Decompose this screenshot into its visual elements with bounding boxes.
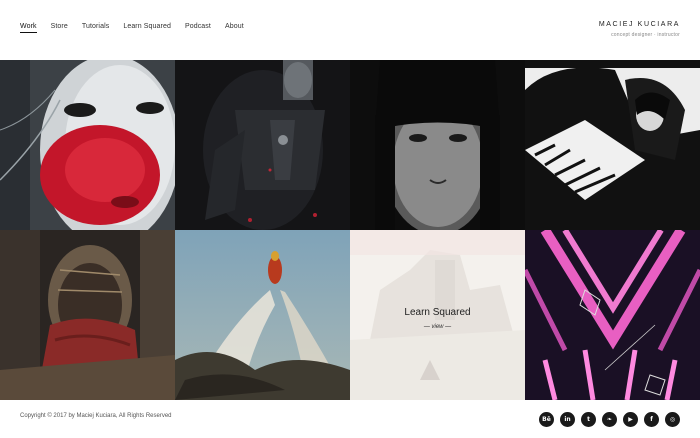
behance-icon[interactable]: Bē [539, 412, 554, 427]
portfolio-grid: Learn Squared — view — [0, 60, 700, 400]
portfolio-tile-mech[interactable] [175, 60, 350, 230]
nav-item-tutorials[interactable]: Tutorials [82, 23, 109, 33]
facebook-icon[interactable]: f [644, 412, 659, 427]
youtube-icon[interactable]: ▶ [623, 412, 638, 427]
nav-item-about[interactable]: About [225, 23, 244, 33]
linkedin-icon[interactable]: in [560, 412, 575, 427]
learn-squared-title: Learn Squared [404, 306, 471, 318]
artwork-bw-portrait [350, 60, 525, 230]
nav-item-learn-squared[interactable]: Learn Squared [123, 23, 171, 33]
artwork-neon-chevrons [525, 230, 700, 400]
portfolio-tile-wrapped-figure[interactable] [0, 230, 175, 400]
brand-name[interactable]: MACIEJ KUCIARA [599, 21, 680, 28]
main-nav: Work Store Tutorials Learn Squared Podca… [20, 23, 244, 33]
portfolio-tile-neon[interactable] [525, 230, 700, 400]
portfolio-tile-flying-hero[interactable] [175, 230, 350, 400]
tumblr-icon[interactable]: t [581, 412, 596, 427]
learn-squared-overlay[interactable]: Learn Squared — view — [350, 230, 525, 400]
portfolio-tile-learn-squared[interactable]: Learn Squared — view — [350, 230, 525, 400]
portfolio-tile-manga[interactable] [525, 60, 700, 230]
site-footer: Copyright © 2017 by Maciej Kuciara, All … [0, 400, 700, 438]
social-links: Bē in t ❧ ▶ f ◎ [539, 412, 680, 427]
site-header: Work Store Tutorials Learn Squared Podca… [0, 0, 700, 60]
instagram-icon[interactable]: ◎ [665, 412, 680, 427]
nav-item-podcast[interactable]: Podcast [185, 23, 211, 33]
artwork-mask-face [0, 60, 175, 230]
portfolio-tile-mask[interactable] [0, 60, 175, 230]
artwork-dark-mech [175, 60, 350, 230]
view-link[interactable]: — view — [424, 324, 451, 330]
nav-item-work[interactable]: Work [20, 23, 37, 33]
brand[interactable]: MACIEJ KUCIARA concept designer · instru… [599, 21, 680, 38]
artwork-flying-hero [175, 230, 350, 400]
portfolio-tile-portrait[interactable] [350, 60, 525, 230]
twitter-icon[interactable]: ❧ [602, 412, 617, 427]
artwork-wrapped-figure [0, 230, 175, 400]
nav-item-store[interactable]: Store [51, 23, 68, 33]
artwork-manga-chair [525, 60, 700, 230]
brand-tagline: concept designer · instructor [611, 32, 680, 38]
copyright-text: Copyright © 2017 by Maciej Kuciara, All … [20, 413, 172, 419]
